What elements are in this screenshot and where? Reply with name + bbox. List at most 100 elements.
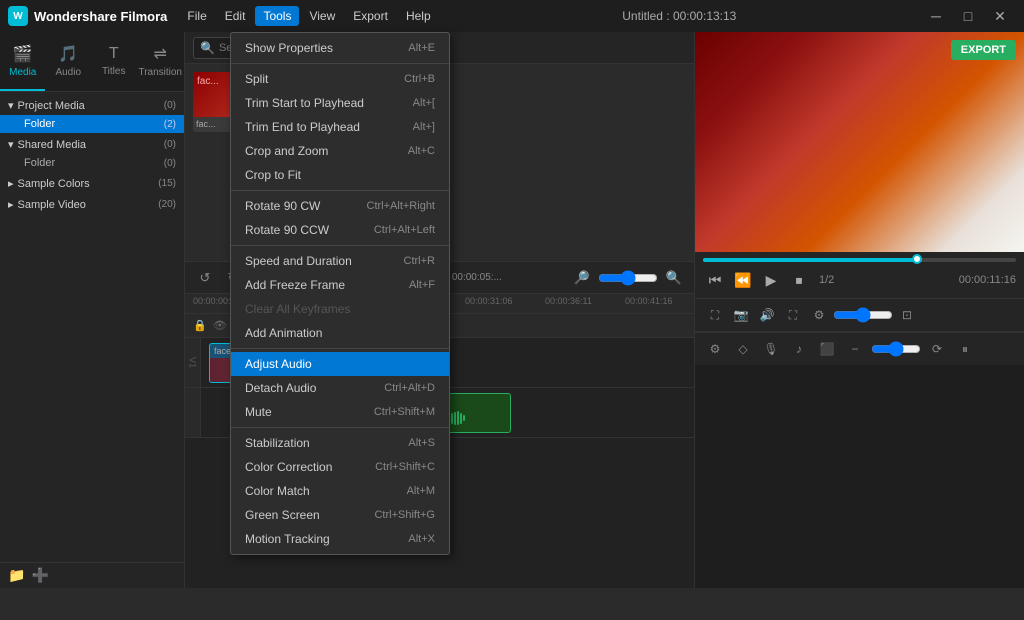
zoom-out-button[interactable]: 🔎 — [570, 266, 594, 290]
settings2-icon[interactable]: ⚙ — [703, 337, 727, 361]
menu-item-label: Rotate 90 CCW — [245, 223, 329, 237]
nav-tab-transitions[interactable]: ⇌Transition — [136, 32, 184, 91]
preview-progress-bar[interactable] — [703, 258, 1016, 262]
tree-group-project-media: ▾Project Media(0)Folder(2) — [0, 96, 184, 133]
menu-item-view[interactable]: View — [301, 6, 343, 26]
loop-icon[interactable]: ⟳ — [925, 337, 949, 361]
menu-item-crop-to-fit[interactable]: Crop to Fit — [231, 163, 449, 187]
menu-item-motion-tracking[interactable]: Motion TrackingAlt+X — [231, 527, 449, 551]
zoom-in-button[interactable]: 🔍 — [662, 266, 686, 290]
volume-icon[interactable]: 🔊 — [755, 303, 779, 327]
zoom-slider[interactable] — [598, 270, 658, 286]
menu-item-shortcut: Alt+C — [408, 145, 435, 157]
tree-group-count-shared-media: (0) — [164, 139, 176, 150]
menu-item-export[interactable]: Export — [345, 6, 396, 26]
app-name: Wondershare Filmora — [34, 9, 167, 24]
mic-icon[interactable]: 🎙 — [759, 337, 783, 361]
close-button[interactable]: ✕ — [984, 4, 1016, 28]
menu-item-shortcut: Ctrl+B — [404, 73, 435, 85]
menu-item-split[interactable]: SplitCtrl+B — [231, 67, 449, 91]
tree-group-label-shared-media: Shared Media — [18, 139, 87, 151]
menu-item-green-screen[interactable]: Green ScreenCtrl+Shift+G — [231, 503, 449, 527]
menu-item-label: Clear All Keyframes — [245, 302, 350, 316]
ruler-mark-4: 00:00:36:11 — [545, 296, 592, 306]
tree-group-header-sample-colors[interactable]: ▸Sample Colors(15) — [0, 174, 184, 193]
tree-group-sample-video: ▸Sample Video(20) — [0, 195, 184, 214]
menu-item-detach-audio[interactable]: Detach AudioCtrl+Alt+D — [231, 376, 449, 400]
settings-icon[interactable]: ⚙ — [807, 303, 831, 327]
menu-item-rotate-90-cw[interactable]: Rotate 90 CWCtrl+Alt+Right — [231, 194, 449, 218]
frame-back-button[interactable]: ⏪ — [731, 268, 755, 292]
menu-item-help[interactable]: Help — [398, 6, 439, 26]
pip-icon[interactable]: ⊡ — [895, 303, 919, 327]
undo-button[interactable]: ↺ — [193, 266, 217, 290]
menu-item-trim-end-to-playhead[interactable]: Trim End to PlayheadAlt+] — [231, 115, 449, 139]
menu-item-show-properties[interactable]: Show PropertiesAlt+E — [231, 36, 449, 60]
track-lock-icon[interactable]: 🔒 — [193, 319, 207, 332]
menu-item-edit[interactable]: Edit — [217, 6, 254, 26]
new-item-icon[interactable]: ➕ — [31, 567, 48, 584]
stop-button[interactable]: ⏹ — [787, 268, 811, 292]
tree-item-folder2[interactable]: Folder(0) — [0, 154, 184, 172]
menu-item-speed-and-duration[interactable]: Speed and DurationCtrl+R — [231, 249, 449, 273]
minimize-button[interactable]: ─ — [920, 4, 952, 28]
audio2-icon[interactable]: ♪ — [787, 337, 811, 361]
volume-slider-2[interactable] — [871, 341, 921, 357]
menu-item-tools[interactable]: Tools — [255, 6, 299, 26]
skip-back-button[interactable]: ⏮ — [703, 268, 727, 292]
nav-tabs: 🎬Media🎵AudioTTitles⇌Transition — [0, 32, 184, 92]
fit-screen-icon[interactable]: ⛶ — [703, 303, 727, 327]
tree-group-label-project-media: Project Media — [18, 100, 85, 112]
nav-tab-audio[interactable]: 🎵Audio — [45, 32, 90, 91]
menu-item-stabilization[interactable]: StabilizationAlt+S — [231, 431, 449, 455]
maximize-button[interactable]: □ — [952, 4, 984, 28]
nav-tab-titles[interactable]: TTitles — [91, 32, 136, 91]
menu-item-file[interactable]: File — [179, 6, 214, 26]
nav-tab-media[interactable]: 🎬Media — [0, 32, 45, 91]
minus-icon[interactable]: − — [843, 337, 867, 361]
menu-item-clear-all-keyframes: Clear All Keyframes — [231, 297, 449, 321]
fullscreen-icon[interactable]: ⛶ — [781, 303, 805, 327]
menu-item-crop-and-zoom[interactable]: Crop and ZoomAlt+C — [231, 139, 449, 163]
menu-item-rotate-90-ccw[interactable]: Rotate 90 CCWCtrl+Alt+Left — [231, 218, 449, 242]
volume-slider[interactable] — [833, 307, 893, 323]
tree-group-header-shared-media[interactable]: ▾ Shared Media (0) — [0, 135, 184, 154]
track-eye-icon[interactable]: 👁 — [213, 319, 227, 332]
add-folder-icon[interactable]: 📁 — [8, 567, 25, 584]
menu-section-3: Speed and DurationCtrl+RAdd Freeze Frame… — [231, 246, 449, 349]
tree-group-arrow-shared-media: ▾ — [8, 138, 14, 151]
nav-tab-label-media: Media — [9, 67, 36, 78]
menu-section-0: Show PropertiesAlt+E — [231, 33, 449, 64]
play-button[interactable]: ▶ — [759, 268, 783, 292]
pause-alt-icon[interactable]: ⏸ — [953, 337, 977, 361]
tools-dropdown-menu: Show PropertiesAlt+E SplitCtrl+BTrim Star… — [230, 32, 450, 555]
tree-group-header-sample-video[interactable]: ▸Sample Video(20) — [0, 195, 184, 214]
tree-item-label-folder: Folder — [24, 118, 55, 130]
menu-item-trim-start-to-playhead[interactable]: Trim Start to PlayheadAlt+[ — [231, 91, 449, 115]
menu-item-mute[interactable]: MuteCtrl+Shift+M — [231, 400, 449, 424]
export-button[interactable]: EXPORT — [951, 40, 1016, 60]
menu-item-add-animation[interactable]: Add Animation — [231, 321, 449, 345]
progress-thumb[interactable] — [912, 254, 922, 264]
screen-record-icon[interactable]: ⬛ — [815, 337, 839, 361]
menu-item-shortcut: Alt+S — [408, 437, 435, 449]
menu-item-label: Trim End to Playhead — [245, 120, 360, 134]
snapshot-icon[interactable]: 📷 — [729, 303, 753, 327]
preview-time: 00:00:11:16 — [959, 274, 1016, 286]
menu-item-add-freeze-frame[interactable]: Add Freeze FrameAlt+F — [231, 273, 449, 297]
time-end: 00:00:05:... — [452, 272, 502, 283]
tree-item-folder[interactable]: Folder(2) — [0, 115, 184, 133]
menu-item-shortcut: Alt+F — [409, 279, 435, 291]
tree-group-label-sample-colors: Sample Colors — [18, 178, 90, 190]
clip-marker-icon[interactable]: ◇ — [731, 337, 755, 361]
preview-frame — [695, 32, 1024, 252]
nav-tab-icon-transitions: ⇌ — [154, 44, 167, 64]
tree-group-header-project-media[interactable]: ▾Project Media(0) — [0, 96, 184, 115]
menu-item-color-match[interactable]: Color MatchAlt+M — [231, 479, 449, 503]
app-logo: W Wondershare Filmora — [8, 6, 167, 26]
menu-item-label: Color Match — [245, 484, 310, 498]
menu-item-color-correction[interactable]: Color CorrectionCtrl+Shift+C — [231, 455, 449, 479]
menu-item-label: Mute — [245, 405, 272, 419]
menu-item-label: Add Animation — [245, 326, 322, 340]
menu-item-adjust-audio[interactable]: Adjust Audio — [231, 352, 449, 376]
